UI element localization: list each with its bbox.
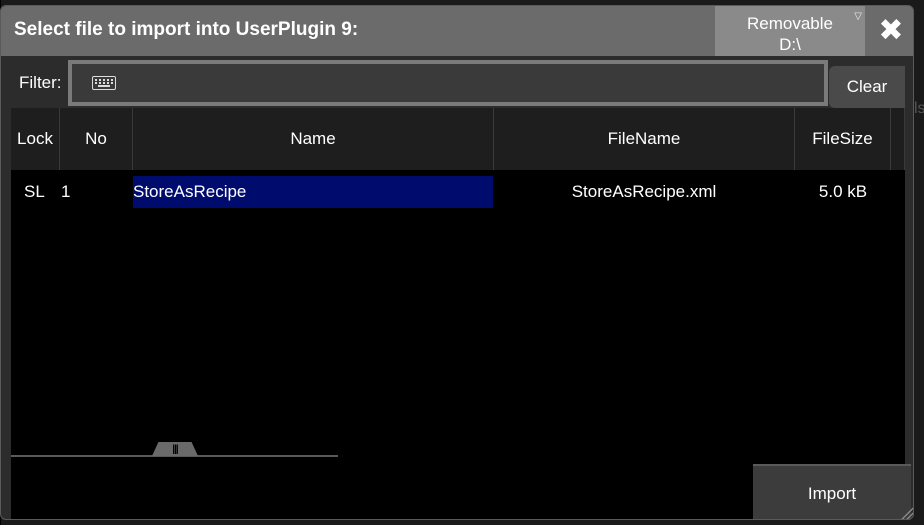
clear-button[interactable]: Clear (829, 66, 905, 108)
table-row[interactable]: SL 1 StoreAsRecipe StoreAsRecipe.xml 5.0… (11, 176, 905, 208)
cell-lock: SL (24, 182, 45, 201)
import-button[interactable]: Import (753, 464, 911, 519)
column-header-no[interactable]: No (60, 108, 133, 170)
dropdown-arrow-icon: ▽ (854, 11, 862, 22)
column-header-lock[interactable]: Lock (11, 108, 60, 170)
keyboard-icon[interactable] (92, 76, 116, 90)
filter-label: Filter: (19, 73, 62, 92)
table-header: Lock No Name FileName FileSize (11, 108, 905, 170)
drive-label-line2: D:\ (779, 35, 801, 54)
close-icon: ✖ (878, 14, 904, 47)
filter-bar: Filter: Clear (1, 56, 913, 108)
import-dialog: Select file to import into UserPlugin 9:… (0, 5, 914, 520)
cell-name[interactable]: StoreAsRecipe (133, 176, 493, 208)
column-header-filename[interactable]: FileName (494, 108, 795, 170)
drive-label-line1: Removable (747, 14, 833, 33)
cell-filename: StoreAsRecipe.xml (571, 182, 717, 201)
title-bar: Select file to import into UserPlugin 9:… (1, 6, 913, 56)
resize-grip-icon[interactable] (899, 506, 913, 519)
column-header-filesize[interactable]: FileSize (795, 108, 891, 170)
file-table: Lock No Name FileName FileSize SL 1 Stor… (11, 108, 905, 519)
close-button[interactable]: ✖ (867, 6, 913, 56)
filter-input[interactable] (68, 60, 828, 106)
column-header-name[interactable]: Name (133, 108, 494, 170)
dialog-title: Select file to import into UserPlugin 9: (14, 19, 359, 40)
cell-filesize: 5.0 kB (818, 182, 868, 201)
scroll-handle[interactable]: ||| (152, 442, 198, 456)
background-fragment: ls (914, 100, 924, 117)
cell-no: 1 (61, 182, 71, 201)
column-header-spacer (891, 108, 905, 170)
drive-select-button[interactable]: ▽ Removable D:\ (715, 6, 865, 56)
